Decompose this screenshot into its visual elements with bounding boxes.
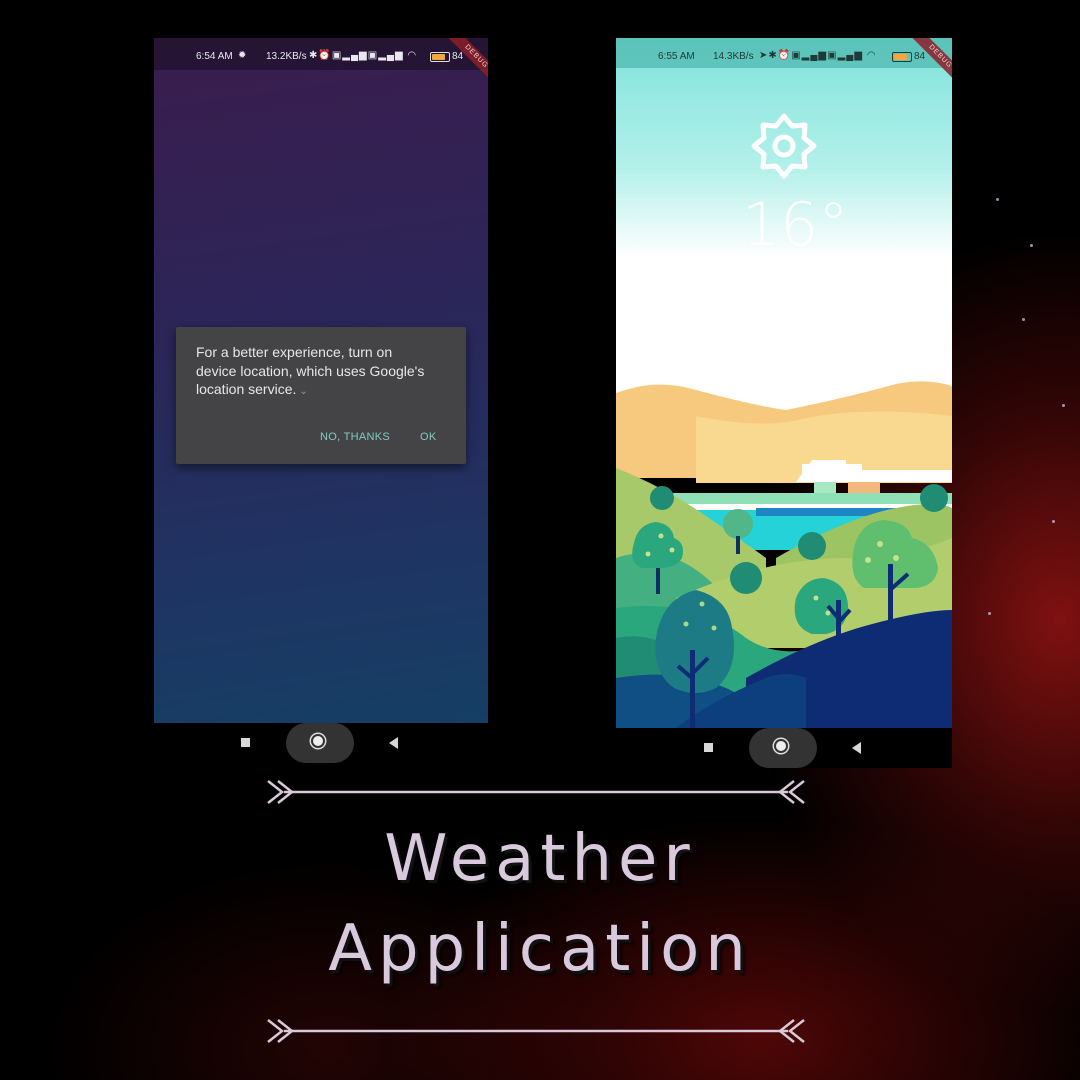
battery-level: 84	[452, 51, 464, 62]
temperature-display: 16°	[742, 190, 849, 260]
chevron-down-icon[interactable]: ⌄	[299, 386, 307, 397]
star	[1062, 404, 1065, 407]
back-button[interactable]	[852, 742, 861, 754]
star	[1022, 318, 1025, 321]
navigation-bar	[616, 728, 952, 768]
battery-icon	[892, 52, 912, 62]
star	[988, 612, 991, 615]
bottom-divider	[267, 1019, 805, 1043]
phone-weather: 6:55 AM 14.3KB/s ➤✱⏰▣▂▄▆▣▂▄▆ ◠ 84 DEBUG …	[616, 38, 952, 768]
back-button[interactable]	[389, 737, 398, 749]
navigation-bar	[154, 723, 488, 763]
location-dialog: For a better experience, turn on device …	[176, 327, 466, 464]
network-speed: 14.3KB/s	[713, 51, 754, 62]
star	[1030, 244, 1033, 247]
weather-screen: 6:55 AM 14.3KB/s ➤✱⏰▣▂▄▆▣▂▄▆ ◠ 84 DEBUG …	[616, 38, 952, 728]
top-divider	[267, 780, 805, 804]
title-line-2: Application	[328, 912, 752, 986]
home-button[interactable]	[286, 723, 354, 763]
battery-icon	[430, 52, 450, 62]
phone-location-dialog: 6:54 AM ✹ 13.2KB/s ✱⏰▣▂▄▆▣▂▄▆ ◠ 84 DEBUG…	[154, 38, 488, 763]
signal-icons: ➤✱⏰▣▂▄▆▣▂▄▆ ◠	[759, 50, 877, 61]
app-screen: 6:54 AM ✹ 13.2KB/s ✱⏰▣▂▄▆▣▂▄▆ ◠ 84 DEBUG…	[154, 38, 488, 723]
title-line-1: Weather	[384, 822, 696, 896]
battery-level: 84	[914, 51, 926, 62]
status-time: 6:54 AM	[196, 51, 233, 62]
ok-button[interactable]: OK	[420, 431, 437, 443]
signal-icons: ✱⏰▣▂▄▆▣▂▄▆ ◠	[309, 50, 418, 61]
star	[996, 198, 999, 201]
no-thanks-button[interactable]: NO, THANKS	[320, 431, 390, 443]
star	[1052, 520, 1055, 523]
status-time: 6:55 AM	[658, 51, 695, 62]
dialog-message: For a better experience, turn on device …	[196, 343, 436, 402]
gear-icon: ✹	[238, 50, 247, 61]
recents-button[interactable]	[704, 743, 713, 752]
status-bar: 6:55 AM 14.3KB/s ➤✱⏰▣▂▄▆▣▂▄▆ ◠ 84	[616, 38, 952, 68]
home-button[interactable]	[749, 728, 817, 768]
recents-button[interactable]	[241, 738, 250, 747]
dialog-message-text: For a better experience, turn on device …	[196, 344, 425, 397]
sun-icon	[751, 113, 817, 179]
network-speed: 13.2KB/s	[266, 51, 307, 62]
status-bar: 6:54 AM ✹ 13.2KB/s ✱⏰▣▂▄▆▣▂▄▆ ◠ 84	[154, 38, 488, 70]
